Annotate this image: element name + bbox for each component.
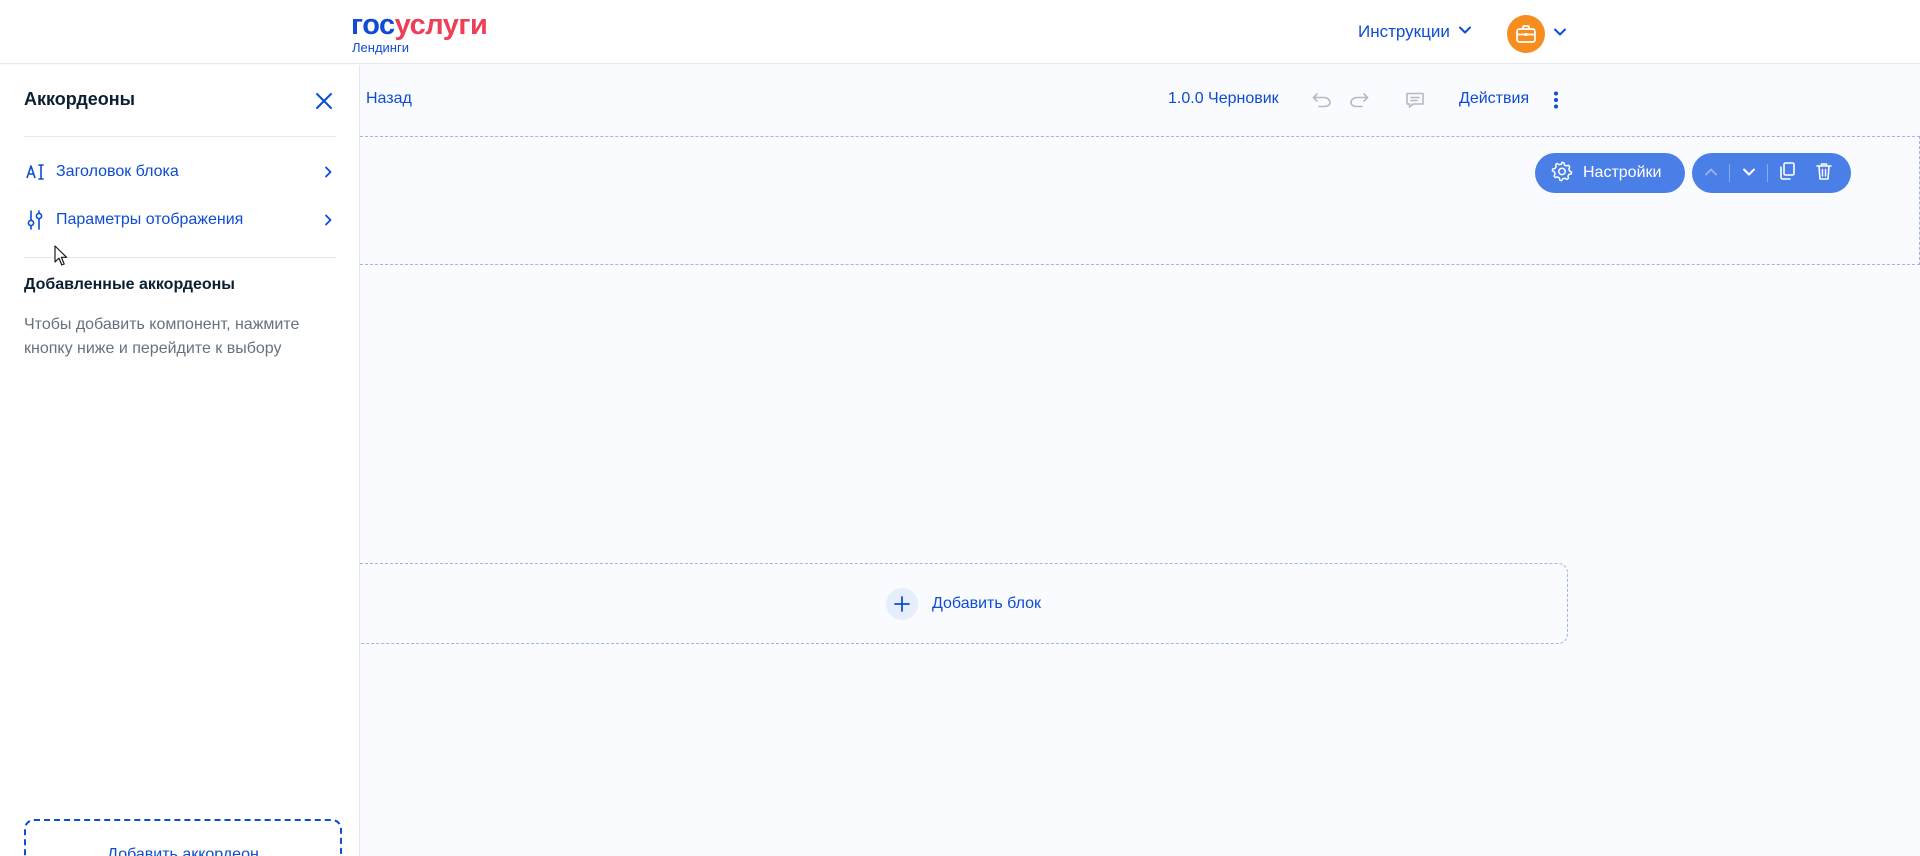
added-accordions-heading: Добавленные аккордеоны: [24, 276, 235, 293]
sidebar-item-label: Заголовок блока: [56, 163, 179, 180]
block-controls: [1692, 153, 1851, 193]
sidebar-item-display-params[interactable]: Параметры отображения: [24, 205, 336, 235]
chevron-right-icon: [320, 212, 336, 228]
add-accordion-button[interactable]: Добавить аккордеон: [24, 819, 342, 856]
trash-icon: [1815, 161, 1833, 186]
divider: [24, 257, 336, 258]
duplicate-button[interactable]: [1768, 153, 1805, 193]
back-link[interactable]: Назад: [366, 90, 412, 108]
actions-menu-label[interactable]: Действия: [1459, 90, 1529, 108]
comment-icon[interactable]: [1403, 88, 1427, 112]
redo-icon[interactable]: [1347, 88, 1371, 112]
chevron-down-icon: [1742, 164, 1756, 182]
close-icon[interactable]: [311, 88, 337, 114]
sidebar-item-block-title[interactable]: Заголовок блока: [24, 157, 336, 187]
move-up-button[interactable]: [1692, 153, 1729, 193]
copy-icon: [1778, 161, 1796, 186]
gosuslugi-logo[interactable]: госуслуги Лендинги: [351, 9, 488, 55]
mouse-pointer-icon: [54, 245, 68, 272]
logo-subtitle: Лендинги: [352, 40, 409, 55]
chevron-down-icon: [1458, 22, 1472, 42]
move-down-button[interactable]: [1730, 153, 1767, 193]
chevron-up-icon: [1704, 164, 1718, 182]
content-block[interactable]: [360, 136, 1920, 265]
logo-part-uslugi: услуги: [394, 9, 488, 41]
sidebar-item-label: Параметры отображения: [56, 211, 244, 228]
logo-part-gos: гос: [351, 9, 395, 41]
top-header: госуслуги Лендинги Инструкции: [0, 0, 1920, 64]
profile-menu[interactable]: [1507, 15, 1567, 53]
divider: [24, 136, 336, 137]
settings-button[interactable]: Настройки: [1535, 153, 1685, 193]
added-accordions-hint: Чтобы добавить компонент, нажмите кнопку…: [24, 316, 300, 357]
panel-title: Аккордеоны: [24, 89, 135, 109]
delete-button[interactable]: [1805, 153, 1842, 193]
more-vertical-icon[interactable]: [1544, 88, 1568, 112]
add-block-label: Добавить блок: [931, 594, 1041, 612]
plus-icon: [885, 587, 918, 620]
chevron-right-icon: [320, 164, 336, 180]
accordions-panel: Аккордеоны Заголовок блока Параметры ото…: [0, 65, 360, 856]
instructions-dropdown[interactable]: Инструкции: [1358, 22, 1472, 42]
briefcase-icon: [1507, 15, 1545, 53]
sliders-icon: [24, 209, 46, 231]
add-block-button[interactable]: Добавить блок: [360, 563, 1568, 644]
chevron-down-icon: [1553, 25, 1567, 44]
version-status: 1.0.0 Черновик: [1168, 90, 1279, 107]
gear-icon: [1551, 160, 1573, 187]
undo-icon[interactable]: [1310, 88, 1334, 112]
text-cursor-icon: [24, 161, 46, 183]
settings-label: Настройки: [1583, 164, 1662, 181]
instructions-label: Инструкции: [1358, 22, 1450, 41]
